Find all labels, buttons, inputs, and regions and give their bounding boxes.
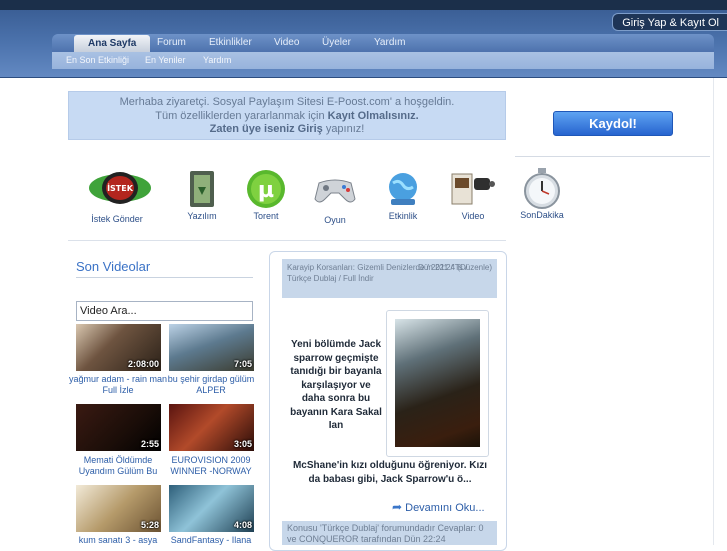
- login-link[interactable]: Zaten üye iseniz Giriş: [210, 123, 323, 135]
- quick-link-yazilim[interactable]: Yazılım: [186, 169, 218, 221]
- video-thumbnail[interactable]: 4:08: [169, 485, 254, 532]
- globe-icon: [389, 173, 417, 205]
- quick-link-sondakika-label: SonDakika: [520, 210, 564, 220]
- request-icon: İSTEK: [89, 172, 151, 204]
- quick-link-istek[interactable]: İSTEK İstek Gönder: [87, 168, 151, 224]
- main-nav: Ana Sayfa Forum Etkinlikler Video Üyeler…: [52, 34, 714, 52]
- video-title[interactable]: yağmur adam - rain man Full İzle: [68, 374, 168, 396]
- video-camera-icon: [451, 173, 495, 205]
- video-duration: 7:05: [233, 359, 252, 369]
- welcome-line-2: Tüm özelliklerden yararlanmak için Kayıt…: [69, 110, 505, 124]
- videos-title-underline: [76, 277, 253, 278]
- welcome-line-1: Merhaba ziyaretçi. Sosyal Paylaşım Sites…: [119, 96, 455, 108]
- torrent-icon: µ: [247, 170, 285, 208]
- welcome-line-3: Zaten üye iseniz Giriş yapınız!: [69, 123, 505, 137]
- tab-yardim[interactable]: Yardım: [374, 34, 406, 52]
- right-edge-line: [713, 78, 714, 545]
- video-duration: 2:55: [140, 439, 159, 449]
- video-title[interactable]: kum sanatı 3 - asya: [68, 535, 168, 546]
- video-thumbnail[interactable]: 5:28: [76, 485, 161, 532]
- post-body-part-2: McShane'in kızı olduğunu öğreniyor. Kızı…: [292, 460, 488, 485]
- welcome-line-2-text: Tüm özelliklerden yararlanmak için: [155, 109, 325, 122]
- welcome-box: Merhaba ziyaretçi. Sosyal Paylaşım Sites…: [68, 91, 506, 140]
- video-duration: 4:08: [233, 520, 252, 530]
- video-thumbnail[interactable]: 7:05: [169, 324, 254, 371]
- welcome-line-3-text: yapınız!: [325, 123, 365, 135]
- quick-link-torent[interactable]: µ Torent: [246, 169, 286, 221]
- post-edit-link[interactable]: (Düzenle): [457, 263, 492, 272]
- video-title[interactable]: SandFantasy - Ilana: [161, 535, 261, 546]
- tab-etkinlikler[interactable]: Etkinlikler: [209, 34, 252, 52]
- content-divider: [68, 240, 506, 241]
- video-search-input[interactable]: Video Ara...: [76, 301, 253, 321]
- post-body-part-1: Yeni bölümde Jack sparrow geçmişte tanıd…: [290, 339, 382, 431]
- arrow-icon: ➦: [392, 500, 403, 514]
- subtab-en-son-etkinligi[interactable]: En Son Etkinliği: [66, 52, 129, 69]
- quick-link-sondakika[interactable]: SonDakika: [520, 167, 564, 220]
- register-link[interactable]: Kayıt Olmalısınız.: [328, 110, 419, 122]
- video-duration: 5:28: [140, 520, 159, 530]
- sidebar-divider: [515, 156, 710, 157]
- video-title[interactable]: EUROVISION 2009 WINNER -NORWAY: [161, 455, 261, 477]
- register-button[interactable]: Kaydol!: [553, 111, 673, 136]
- gamepad-icon: [314, 179, 356, 203]
- svg-text:İSTEK: İSTEK: [107, 183, 134, 193]
- quick-link-etkinlik[interactable]: Etkinlik: [385, 171, 421, 221]
- tab-ana-sayfa[interactable]: Ana Sayfa: [74, 35, 151, 52]
- read-more-link[interactable]: ➦ Devamını Oku...: [392, 500, 485, 514]
- subtab-yardim[interactable]: Yardım: [203, 52, 231, 69]
- post-footer: Konusu 'Türkçe Dublaj' forumundadır Ceva…: [282, 521, 497, 545]
- top-dark-bar: [0, 0, 727, 10]
- video-thumbnail[interactable]: 3:05: [169, 404, 254, 451]
- video-thumbnail[interactable]: 2:55: [76, 404, 161, 451]
- svg-text:µ: µ: [258, 178, 274, 203]
- read-more-label: Devamını Oku...: [405, 502, 485, 514]
- stopwatch-icon: [524, 168, 560, 209]
- post-date-wrap: Dün 22:24 (Düzenle): [418, 262, 492, 273]
- videos-section-title: Son Videolar: [76, 259, 151, 274]
- tab-uyeler[interactable]: Üyeler: [322, 34, 351, 52]
- post-header: Karayip Korsanları: Gizemli Denizlerde /…: [282, 259, 497, 298]
- login-register-link[interactable]: Giriş Yap & Kayıt Ol: [612, 13, 727, 31]
- video-thumbnail[interactable]: 2:08:00: [76, 324, 161, 371]
- tab-forum[interactable]: Forum: [157, 34, 186, 52]
- quick-link-oyun[interactable]: Oyun: [313, 175, 357, 225]
- movie-poster[interactable]: [395, 319, 480, 447]
- sub-nav: En Son Etkinliği En Yeniler Yardım: [52, 52, 714, 69]
- video-title[interactable]: Memati Öldümde Uyandım Gülüm Bu: [68, 455, 168, 477]
- video-title[interactable]: bu şehir girdap gülüm ALPER: [161, 374, 261, 396]
- tab-video[interactable]: Video: [274, 34, 299, 52]
- quick-link-video[interactable]: Video: [450, 170, 496, 221]
- software-folder-icon: [190, 171, 214, 207]
- subtab-en-yeniler[interactable]: En Yeniler: [145, 52, 186, 69]
- video-duration: 2:08:00: [127, 359, 159, 369]
- post-date: Dün 22:24: [418, 263, 456, 272]
- video-duration: 3:05: [233, 439, 252, 449]
